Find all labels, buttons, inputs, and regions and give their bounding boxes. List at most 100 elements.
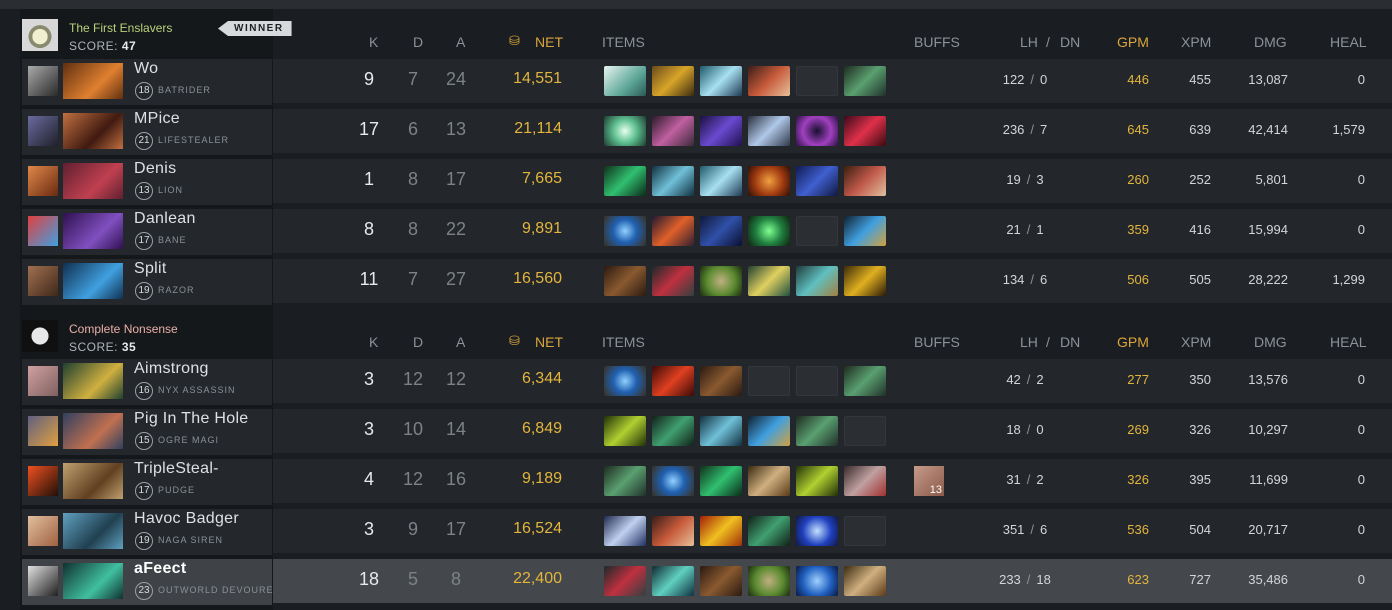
player-card[interactable]: TripleSteal- 17 PUDGE (22, 459, 272, 505)
pink-wings-icon[interactable] (652, 116, 694, 146)
axe-icon[interactable] (844, 166, 886, 196)
player-name: Danlean (134, 210, 196, 227)
stats-row[interactable]: 1 8 17 7,665 19 / 3 260 252 5,801 0 (273, 159, 1392, 203)
blue-axe-icon[interactable] (604, 516, 646, 546)
teal-bracer-icon[interactable] (796, 266, 838, 296)
red-spear-icon[interactable] (652, 366, 694, 396)
blue-orb-icon[interactable] (796, 516, 838, 546)
player-card[interactable]: Danlean 17 BANE (22, 209, 272, 255)
green-staff-icon[interactable] (604, 466, 646, 496)
stat-xpm: 504 (1189, 522, 1211, 537)
stats-row[interactable]: 11 7 27 16,560 134 / 6 506 505 28,222 1,299 (273, 259, 1392, 303)
empty-item-slot[interactable] (796, 66, 838, 96)
blue-aura-icon[interactable] (796, 566, 838, 596)
red-cloak-icon[interactable] (652, 516, 694, 546)
glow-icon[interactable] (604, 116, 646, 146)
lime-trident-icon[interactable] (796, 466, 838, 496)
stat-heal: 1,579 (1332, 122, 1365, 137)
blue-sword-icon[interactable] (748, 116, 790, 146)
empty-item-slot[interactable] (796, 366, 838, 396)
green-bowl-icon[interactable] (748, 566, 790, 596)
yellow-claw-icon[interactable] (844, 266, 886, 296)
blue-robe-icon[interactable] (796, 166, 838, 196)
player-card[interactable]: MPice 21 LIFESTEALER (22, 109, 272, 155)
player-card[interactable]: aFeect 23 OUTWORLD DEVOURER (22, 559, 280, 605)
stats-row[interactable]: 9 7 24 14,551 122 / 0 446 455 13,087 0 (273, 59, 1392, 103)
yellow-wand-icon[interactable] (748, 266, 790, 296)
red-sickle-icon[interactable] (844, 116, 886, 146)
separator: / (1026, 422, 1031, 437)
purple-ring-icon[interactable] (796, 116, 838, 146)
player-card[interactable]: Pig In The Hole 15 OGRE MAGI (22, 409, 272, 455)
stack-buff-icon[interactable]: 13 (914, 466, 944, 496)
hero-name: RAZOR (158, 285, 195, 295)
stats-row[interactable]: 18 5 8 22,400 233 / 18 623 727 35,486 0 (273, 559, 1392, 603)
red-blade-icon[interactable] (652, 266, 694, 296)
player-card[interactable]: Split 19 RAZOR (22, 259, 272, 305)
stat-d: 6 (407, 119, 418, 139)
stat-d: 9 (407, 519, 418, 539)
stats-row[interactable]: 3 12 12 6,344 42 / 2 277 350 13,576 0 (273, 359, 1392, 403)
empty-item-slot[interactable] (748, 366, 790, 396)
blue-bottle-icon[interactable] (748, 416, 790, 446)
green-branch-icon[interactable] (652, 416, 694, 446)
green-bowl-icon[interactable] (700, 266, 742, 296)
red-cloak-icon[interactable] (748, 66, 790, 96)
col-net-worth: NET (535, 34, 563, 50)
wave-icon[interactable] (652, 166, 694, 196)
stat-a: 8 (450, 569, 461, 589)
empty-item-slot[interactable] (844, 416, 886, 446)
green-staff-icon[interactable] (844, 366, 886, 396)
hero-name: OGRE MAGI (158, 435, 220, 445)
scroll-icon[interactable] (844, 566, 886, 596)
stat-heal: 0 (1357, 472, 1365, 487)
last-hits-denies: 42 / 2 (980, 372, 1070, 387)
green-boots-icon[interactable] (604, 166, 646, 196)
player-card[interactable]: Denis 13 LION (22, 159, 272, 205)
empty-item-slot[interactable] (796, 216, 838, 246)
player-card[interactable]: Aimstrong 16 NYX ASSASSIN (22, 359, 272, 405)
green-gem-icon[interactable] (748, 216, 790, 246)
col-buffs: BUFFS (914, 34, 960, 50)
scroll-icon[interactable] (748, 466, 790, 496)
empty-item-slot[interactable] (844, 516, 886, 546)
red-blade-icon[interactable] (604, 566, 646, 596)
brown-boots-icon[interactable] (700, 566, 742, 596)
blue-amulet-icon[interactable] (604, 216, 646, 246)
blue-amulet-icon[interactable] (652, 466, 694, 496)
stats-row[interactable]: 4 12 16 9,189 31 / 2 326 395 11,699 0 13 (273, 459, 1392, 503)
stats-row[interactable]: 3 10 14 6,849 18 / 0 269 326 10,297 0 (273, 409, 1392, 453)
fire-staff-icon[interactable] (652, 216, 694, 246)
last-hits: 236 (1002, 122, 1025, 137)
green-staff-icon[interactable] (796, 416, 838, 446)
ice-icon[interactable] (700, 66, 742, 96)
hero-level: 13 (135, 182, 153, 200)
wave-icon[interactable] (700, 416, 742, 446)
teal-bow-icon[interactable] (652, 566, 694, 596)
brown-boots-icon[interactable] (700, 366, 742, 396)
flame-sword-icon[interactable] (700, 516, 742, 546)
blue-amulet-icon[interactable] (604, 366, 646, 396)
blue-bottle-icon[interactable] (844, 216, 886, 246)
stats-row[interactable]: 3 9 17 16,524 351 / 6 536 504 20,717 0 (273, 509, 1392, 553)
hero-level: 21 (135, 132, 153, 150)
stats-row[interactable]: 8 8 22 9,891 21 / 1 359 416 15,994 0 (273, 209, 1392, 253)
lime-trident-icon[interactable] (604, 416, 646, 446)
player-card[interactable]: Wo 18 BATRIDER (22, 59, 272, 105)
brown-boots-icon[interactable] (604, 266, 646, 296)
green-staff-icon[interactable] (844, 66, 886, 96)
stats-row[interactable]: 17 6 13 21,114 236 / 7 645 639 42,414 1,579 (273, 109, 1392, 153)
player-card[interactable]: Havoc Badger 19 NAGA SIREN (22, 509, 272, 555)
green-branch-icon[interactable] (748, 516, 790, 546)
wind-icon[interactable] (604, 66, 646, 96)
ice-icon[interactable] (700, 166, 742, 196)
armor-icon[interactable] (844, 466, 886, 496)
green-boots-icon[interactable] (700, 466, 742, 496)
col-items: ITEMS (602, 334, 645, 350)
orange-orb-icon[interactable] (748, 166, 790, 196)
stat-d: 12 (402, 369, 424, 389)
blue-cape-icon[interactable] (700, 216, 742, 246)
gold-helm-icon[interactable] (652, 66, 694, 96)
stat-dmg: 20,717 (1248, 522, 1288, 537)
purple-claw-icon[interactable] (700, 116, 742, 146)
